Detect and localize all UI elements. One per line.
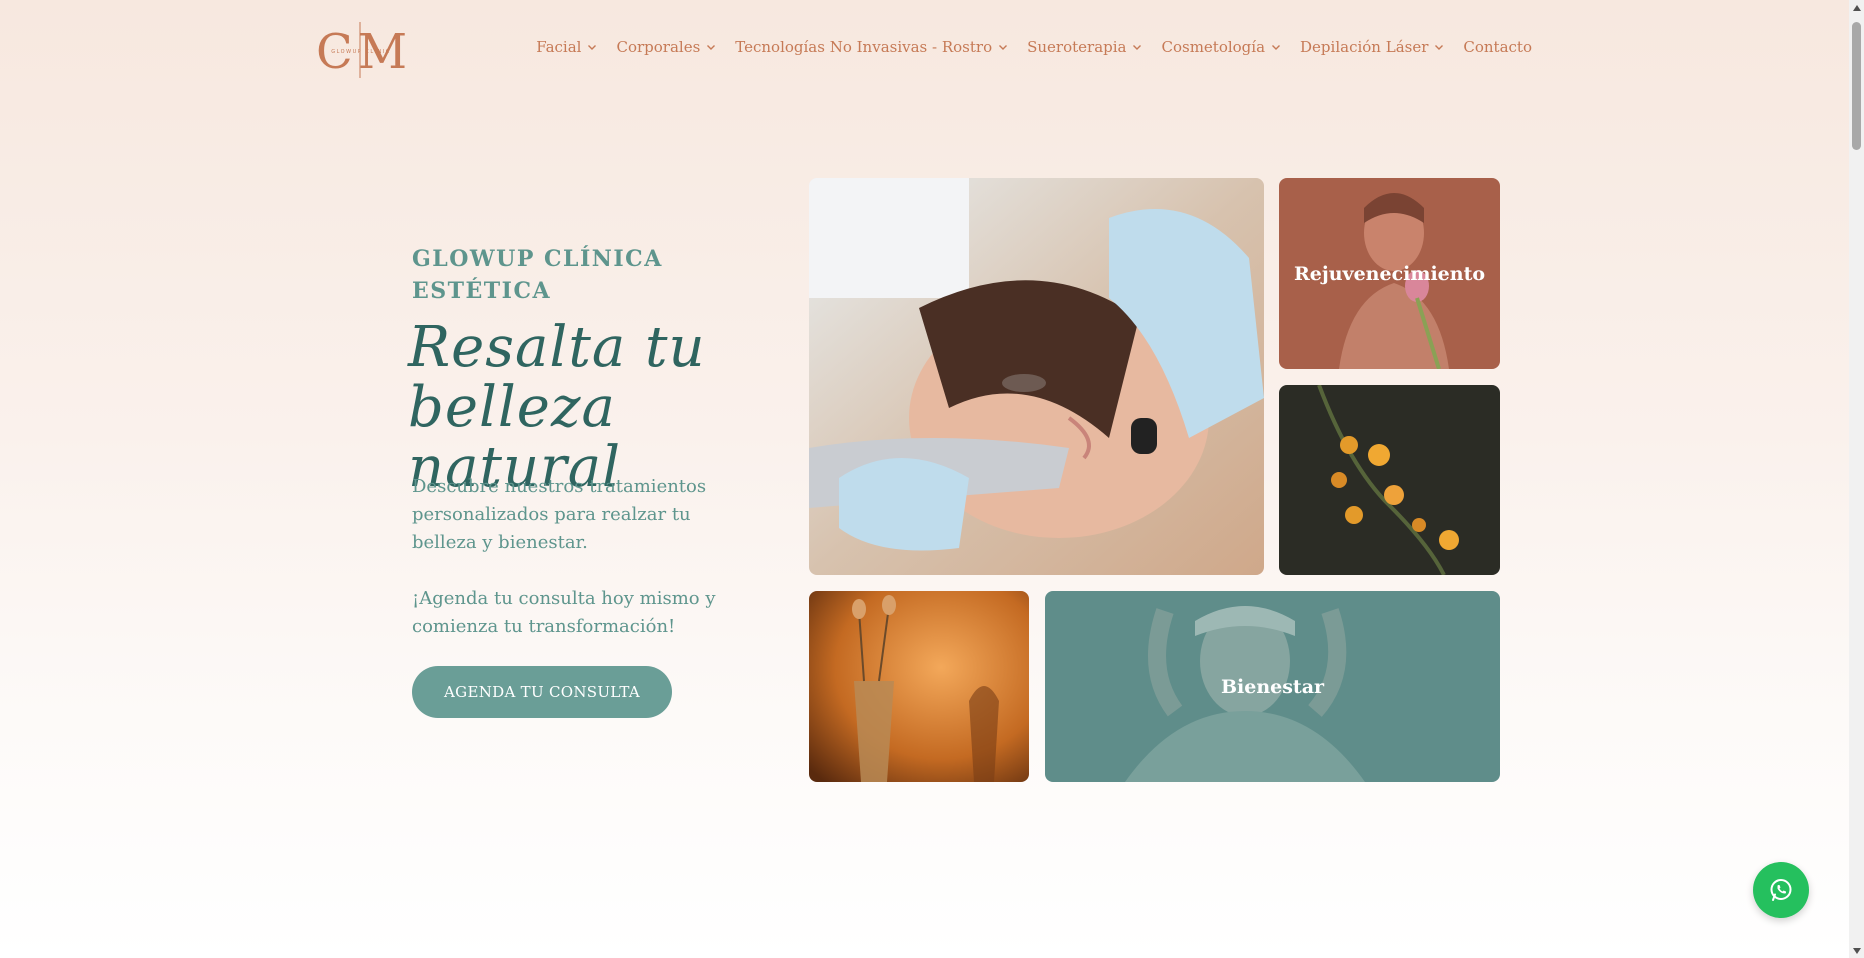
rejuvenecimiento-card[interactable]: Rejuvenecimiento	[1279, 178, 1500, 369]
scroll-up-arrow-icon[interactable]	[1849, 0, 1864, 15]
nav-label: Corporales	[616, 38, 701, 56]
nav-item-depilacion-laser[interactable]: Depilación Láser	[1300, 38, 1444, 56]
chevron-down-icon	[1132, 42, 1142, 52]
scroll-down-arrow-icon[interactable]	[1849, 943, 1864, 958]
nav-label: Depilación Láser	[1300, 38, 1429, 56]
hero-cta-text: ¡Agenda tu consulta hoy mismo y comienza…	[412, 588, 716, 637]
whatsapp-button[interactable]	[1753, 862, 1809, 918]
hero-description: Descubre nuestros tratamientos personali…	[412, 476, 707, 553]
site-header: C M GLOWUP CLINIC Facial Corporales Tecn…	[0, 0, 1849, 100]
nav-item-tecnologias[interactable]: Tecnologías No Invasivas - Rostro	[735, 38, 1008, 56]
agenda-consulta-button[interactable]: AGENDA TU CONSULTA	[412, 666, 672, 718]
nav-item-cosmetologia[interactable]: Cosmetología	[1161, 38, 1281, 56]
scrollbar[interactable]	[1849, 0, 1864, 958]
main-nav: Facial Corporales Tecnologías No Invasiv…	[517, 38, 1532, 56]
hero-eyebrow: GLOWUP CLÍNICA ESTÉTICA	[412, 246, 663, 304]
clinic-logo[interactable]: C M GLOWUP CLINIC	[314, 20, 408, 80]
nav-label: Contacto	[1463, 38, 1532, 56]
nav-item-sueroterapia[interactable]: Sueroterapia	[1027, 38, 1142, 56]
flower-image	[1279, 385, 1500, 575]
nav-item-corporales[interactable]: Corporales	[616, 38, 716, 56]
nav-item-contacto[interactable]: Contacto	[1463, 38, 1532, 56]
facial-treatment-image	[809, 178, 1264, 575]
whatsapp-icon	[1770, 879, 1792, 901]
hero-headline: Resalta tu belleza natural	[408, 315, 706, 500]
chevron-down-icon	[1271, 42, 1281, 52]
nav-label: Sueroterapia	[1027, 38, 1127, 56]
scrollbar-thumb[interactable]	[1852, 22, 1861, 150]
chevron-down-icon	[1434, 42, 1444, 52]
chevron-down-icon	[998, 42, 1008, 52]
bienestar-card[interactable]: Bienestar	[1045, 591, 1500, 782]
rejuvenecimiento-label: Rejuvenecimiento	[1293, 262, 1486, 285]
chevron-down-icon	[706, 42, 716, 52]
logo-mark: C M GLOWUP CLINIC	[316, 22, 407, 80]
vase-image	[809, 591, 1029, 782]
nav-label: Cosmetología	[1161, 38, 1266, 56]
nav-label: Facial	[536, 38, 582, 56]
chevron-down-icon	[587, 42, 597, 52]
nav-item-facial[interactable]: Facial	[536, 38, 597, 56]
logo-subtext: GLOWUP CLINIC	[331, 49, 391, 55]
nav-label: Tecnologías No Invasivas - Rostro	[735, 38, 993, 56]
bienestar-label: Bienestar	[1220, 675, 1325, 698]
